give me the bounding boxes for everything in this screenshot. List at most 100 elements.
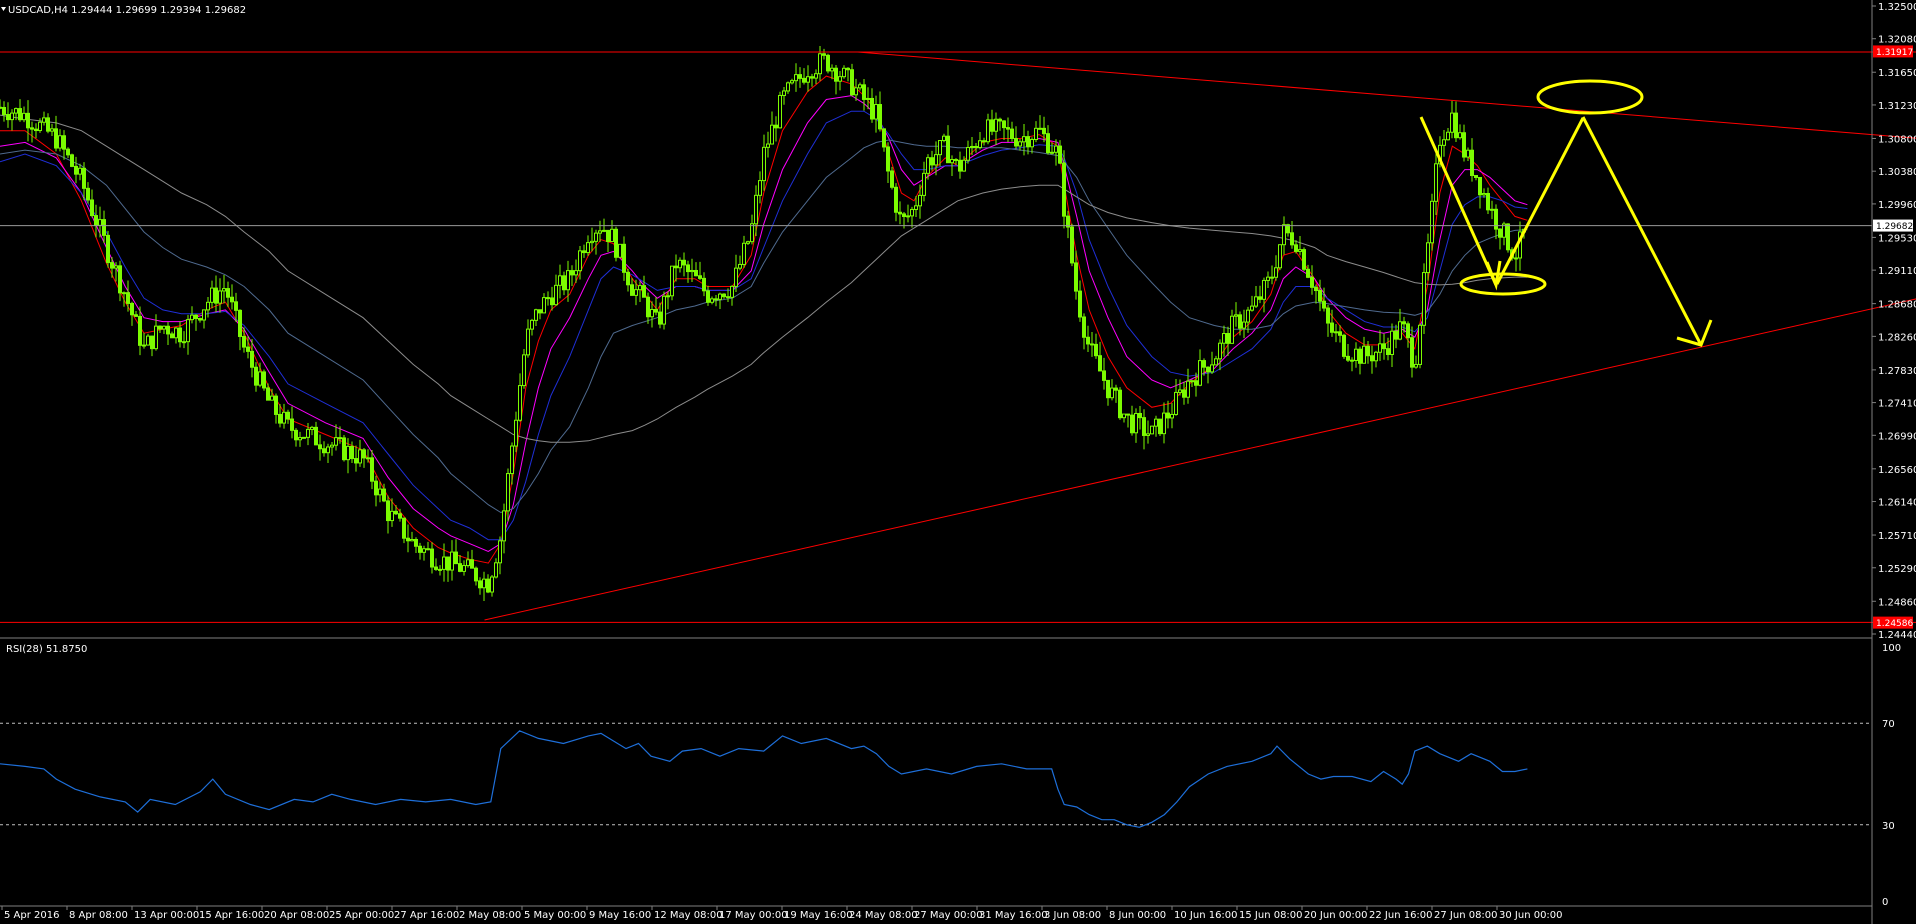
candle-body [1174,391,1178,415]
price-tick-label: 1.28680 [1878,300,1916,311]
candle-body [1086,336,1090,345]
candle-body [1342,334,1346,357]
candle-body [1166,412,1170,419]
candle-body [1114,387,1118,391]
candle-body [446,556,450,571]
candle-body [694,269,698,277]
candle-body [1154,418,1158,427]
candle-body [1390,330,1394,355]
candle-body [1338,331,1342,336]
candle-body [522,354,526,387]
candle-body [1254,296,1258,307]
candle-body [482,578,486,589]
candle-body [290,418,294,431]
candle-body [674,265,678,269]
candle-body [1058,145,1062,164]
candle-body [54,128,58,149]
candle-body [742,242,746,265]
candle-body [118,265,122,294]
price-tick-label: 1.25710 [1878,531,1916,542]
candle-body [1042,127,1046,135]
candle-body [1442,139,1446,146]
candle-body [6,114,10,121]
candle-body [702,277,706,292]
candle-body [78,167,82,175]
candle-body [1142,417,1146,436]
candle-body [162,325,166,330]
candle-body [1098,355,1102,372]
candle-body [930,157,934,166]
candle-body [706,290,710,303]
time-tick-label: 8 Jun 00:00 [1109,910,1166,921]
candle-body [1462,132,1466,158]
time-tick-label: 30 Jun 00:00 [1499,910,1563,921]
candle-body [1378,343,1382,353]
candle-body [1266,276,1270,281]
candle-body [970,145,974,148]
candle-body [838,76,842,82]
candle-body [846,67,850,71]
candle-body [362,449,366,459]
candle-body [1242,321,1246,329]
candle-body [1498,228,1502,238]
candle-body [226,288,230,298]
candle-body [358,449,362,464]
background [0,0,1916,924]
candle-body [450,551,454,571]
candle-body [430,548,434,568]
candle-body [1130,414,1134,434]
candle-body [690,269,694,273]
candle-body [758,180,762,196]
candle-body [434,566,438,570]
candle-body [982,140,986,143]
candle-body [546,297,550,300]
candle-body [1010,128,1014,139]
time-tick-label: 27 Apr 16:00 [394,910,459,921]
candle-body [46,117,50,132]
time-tick-label: 22 Jun 16:00 [1369,910,1433,921]
candle-body [602,229,606,232]
candle-body [810,76,814,79]
candle-body [610,228,614,242]
candle-body [426,548,430,551]
candle-body [1118,389,1122,419]
candle-body [458,563,462,572]
candle-body [278,413,282,424]
candle-body [74,165,78,175]
candle-body [1366,345,1370,357]
candle-body [746,241,750,244]
candle-body [498,540,502,564]
candle-body [494,562,498,578]
candle-body [550,297,554,306]
candle-body [998,118,1002,122]
price-tick-label: 1.26990 [1878,431,1916,442]
candle-body [938,140,942,156]
candle-body [1038,127,1042,130]
candle-body [542,297,546,314]
candle-body [254,366,258,386]
candle-body [318,444,322,450]
candle-body [766,143,770,148]
candle-body [394,510,398,515]
candle-body [858,84,862,89]
candle-body [402,517,406,539]
candle-body [1258,296,1262,300]
candle-body [1006,127,1010,130]
candle-body [1294,244,1298,252]
candle-body [438,568,442,571]
candle-body [1074,262,1078,292]
candle-body [1370,355,1374,362]
candle-body [950,159,954,164]
price-tick-label: 1.32080 [1878,35,1916,46]
candle-body [1102,370,1106,381]
candle-body [1374,351,1378,362]
candle-body [314,426,318,446]
time-tick-label: 27 Jun 08:00 [1434,910,1498,921]
candle-body [1138,412,1142,419]
candle-body [1474,175,1478,178]
candle-body [1210,364,1214,373]
time-tick-label: 27 May 00:00 [914,910,983,921]
candle-body [270,395,274,401]
candle-body [926,157,930,174]
time-tick-label: 8 Apr 08:00 [69,910,128,921]
